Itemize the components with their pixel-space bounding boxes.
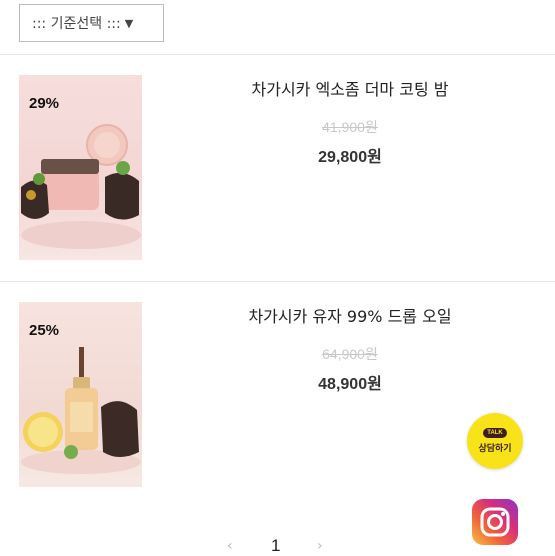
product-name[interactable]: 차가시카 유자 99% 드롭 오일 (155, 303, 545, 327)
original-price: 41,900원 (322, 119, 378, 135)
prev-page-button[interactable]: ‹ (227, 538, 233, 554)
product-thumbnail[interactable]: 25% (19, 302, 142, 487)
sort-select-label: ::: 기준선택 ::: (32, 16, 121, 32)
kakao-chat-button[interactable]: TALK 상담하기 (467, 413, 523, 469)
kakao-chat-label: 상담하기 (478, 444, 512, 454)
discount-badge: 29% (29, 95, 60, 112)
product-thumbnail[interactable]: 29% (19, 75, 142, 260)
original-price: 64,900원 (322, 346, 378, 362)
sale-price: 29,800원 (318, 149, 382, 166)
next-page-button[interactable]: › (317, 538, 323, 554)
product-name[interactable]: 차가시카 엑소좀 더마 코팅 밤 (155, 76, 545, 100)
product-item[interactable]: 29% 차가시카 엑소좀 더마 코팅 밤 41,900원 29,800원 (0, 55, 555, 282)
product-item[interactable]: 25% 차가시카 유자 99% 드롭 오일 64,900원 48,900원 (0, 282, 555, 492)
pagination: ‹ 1 › (0, 536, 555, 555)
sale-price: 48,900원 (318, 376, 382, 393)
discount-badge: 25% (29, 322, 60, 339)
sort-bar: ::: 기준선택 ::: ▼ (0, 0, 555, 55)
talk-icon: TALK (483, 428, 507, 438)
current-page[interactable]: 1 (271, 536, 280, 556)
chevron-down-icon: ▼ (124, 16, 134, 30)
sort-select[interactable]: ::: 기준선택 ::: ▼ (19, 4, 164, 42)
